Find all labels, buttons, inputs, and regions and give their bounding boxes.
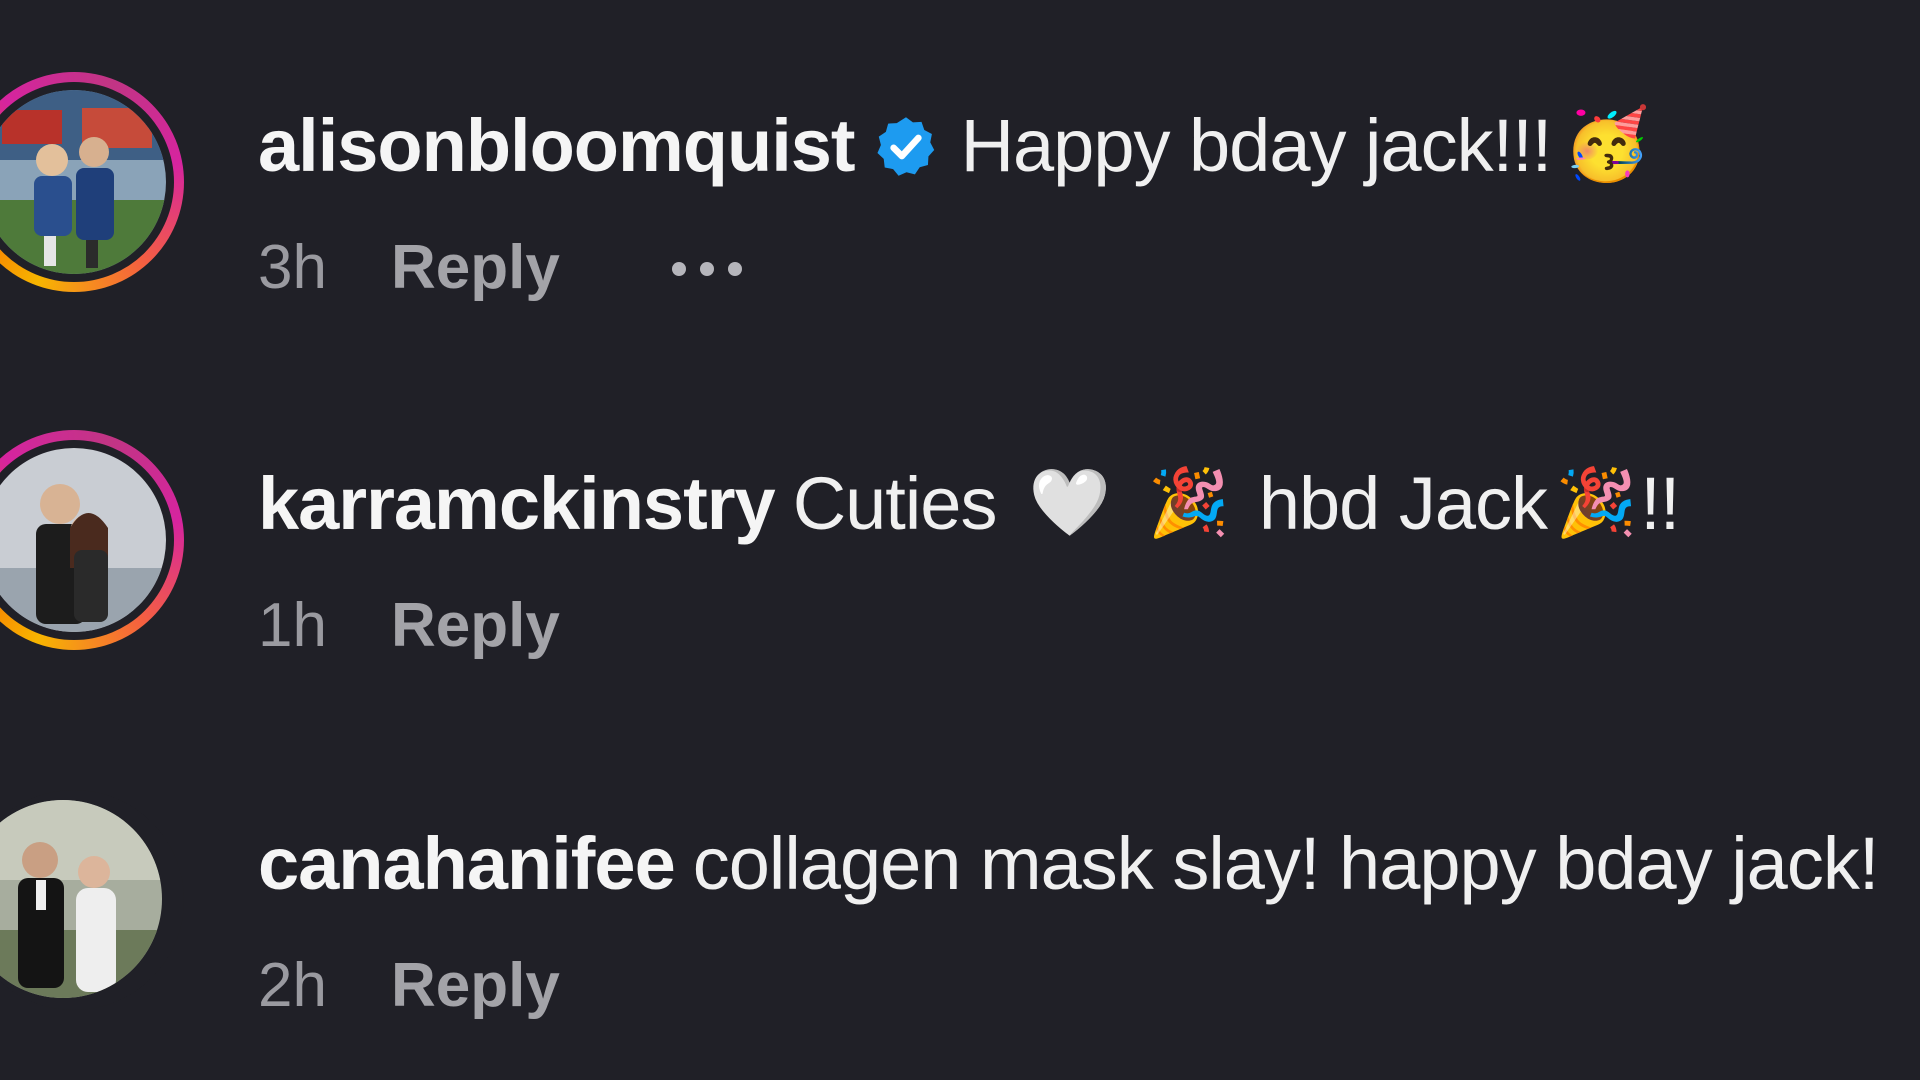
avatar-story-ring[interactable] (0, 72, 184, 292)
white-heart-emoji: 🤍 (1028, 465, 1110, 539)
avatar-photo (0, 448, 166, 632)
party-popper-emoji: 🎉 (1147, 465, 1230, 539)
comment-text: collagen mask slay! happy bday jack! (692, 821, 1880, 905)
comment-username[interactable]: karramckinstry (258, 461, 776, 546)
avatar[interactable] (0, 90, 166, 274)
comment-line: alisonbloomquist Happy bday jack!!! 🥳 (258, 100, 1664, 190)
avatar[interactable] (0, 800, 162, 998)
more-options-icon[interactable] (671, 261, 742, 276)
reply-button[interactable]: Reply (391, 950, 560, 1021)
avatar[interactable] (0, 448, 166, 632)
avatar-photo (0, 90, 166, 274)
avatar-story-ring[interactable] (0, 430, 184, 650)
comment-text: Happy bday jack!!! (960, 103, 1553, 187)
comment-text-part: hbd Jack (1258, 461, 1548, 545)
comment-text-part: !! (1640, 461, 1680, 545)
comment-item: canahanifee collagen mask slay! happy bd… (0, 778, 1920, 1080)
comment-username[interactable]: canahanifee (258, 821, 676, 906)
comment-username[interactable]: alisonbloomquist (258, 103, 856, 188)
comments-list: alisonbloomquist Happy bday jack!!! 🥳 3h… (0, 0, 1920, 1080)
comment-line: karramckinstry Cuties 🤍 🎉 hbd Jack 🎉 !! (258, 458, 1680, 548)
avatar-photo (0, 800, 162, 998)
comment-item: karramckinstry Cuties 🤍 🎉 hbd Jack 🎉 !! … (0, 418, 1920, 748)
verified-badge-icon (873, 112, 939, 178)
comment-meta: 1h Reply (258, 590, 560, 661)
comment-timestamp: 2h (258, 951, 327, 1020)
comment-line: canahanifee collagen mask slay! happy bd… (258, 818, 1880, 908)
comment-meta: 3h Reply (258, 232, 742, 303)
reply-button[interactable]: Reply (391, 590, 560, 661)
avatar-wrapper[interactable] (0, 790, 184, 1010)
party-popper-emoji: 🎉 (1555, 465, 1637, 539)
comment-item: alisonbloomquist Happy bday jack!!! 🥳 3h… (0, 60, 1920, 390)
comment-timestamp: 3h (258, 233, 327, 302)
comment-text-part: Cuties (792, 461, 998, 545)
comment-timestamp: 1h (258, 591, 327, 660)
partying-face-emoji: 🥳 (1563, 105, 1650, 183)
reply-button[interactable]: Reply (391, 232, 560, 303)
comment-meta: 2h Reply (258, 950, 560, 1021)
